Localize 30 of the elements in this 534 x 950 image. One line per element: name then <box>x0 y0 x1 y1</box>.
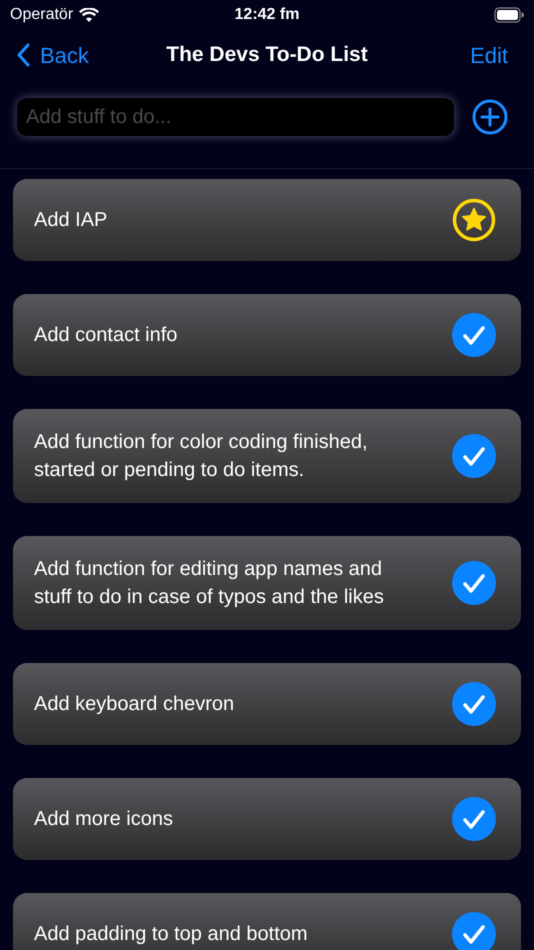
checkmark-icon[interactable] <box>452 561 496 605</box>
checkmark-icon[interactable] <box>452 682 496 726</box>
back-button[interactable]: Back <box>16 38 89 72</box>
todo-text: Add function for editing app names and stuff to do in case of typos and the likes <box>34 557 385 610</box>
todo-card[interactable]: Add padding to top and bottom <box>13 893 521 950</box>
add-item-field[interactable]: Add stuff to do... <box>17 98 454 136</box>
todo-card[interactable]: Add IAP <box>13 179 521 261</box>
edit-button[interactable]: Edit <box>470 38 518 72</box>
wifi-icon <box>79 8 100 22</box>
checkmark-icon[interactable] <box>452 912 496 950</box>
nav-title: The Devs To-Do List <box>166 42 368 68</box>
todo-card[interactable]: Add contact info <box>13 294 521 376</box>
todo-card[interactable]: Add function for editing app names and stuff to do in case of typos and the likes <box>13 536 521 630</box>
todo-text: Add padding to top and bottom <box>34 922 309 947</box>
carrier-label: Operatör <box>10 5 74 25</box>
add-icon[interactable] <box>472 99 508 135</box>
todo-text: Add keyboard chevron <box>34 692 236 717</box>
todo-card[interactable]: Add function for color coding finished, started or pending to do items. <box>13 409 521 503</box>
todo-text: Add IAP <box>34 208 108 233</box>
checkmark-icon[interactable] <box>452 434 496 478</box>
todo-text: Add contact info <box>34 323 178 348</box>
checkmark-icon[interactable] <box>452 797 496 841</box>
checkmark-icon[interactable] <box>452 313 496 357</box>
battery-icon <box>494 7 524 23</box>
status-time: 12:42 fm <box>234 5 300 25</box>
todo-card[interactable]: Add more icons <box>13 778 521 860</box>
todo-text: Add more icons <box>34 807 174 832</box>
chevron-left-icon <box>16 43 30 67</box>
todo-text: Add function for color coding finished, started or pending to do items. <box>34 430 369 483</box>
todo-card[interactable]: Add keyboard chevron <box>13 663 521 745</box>
